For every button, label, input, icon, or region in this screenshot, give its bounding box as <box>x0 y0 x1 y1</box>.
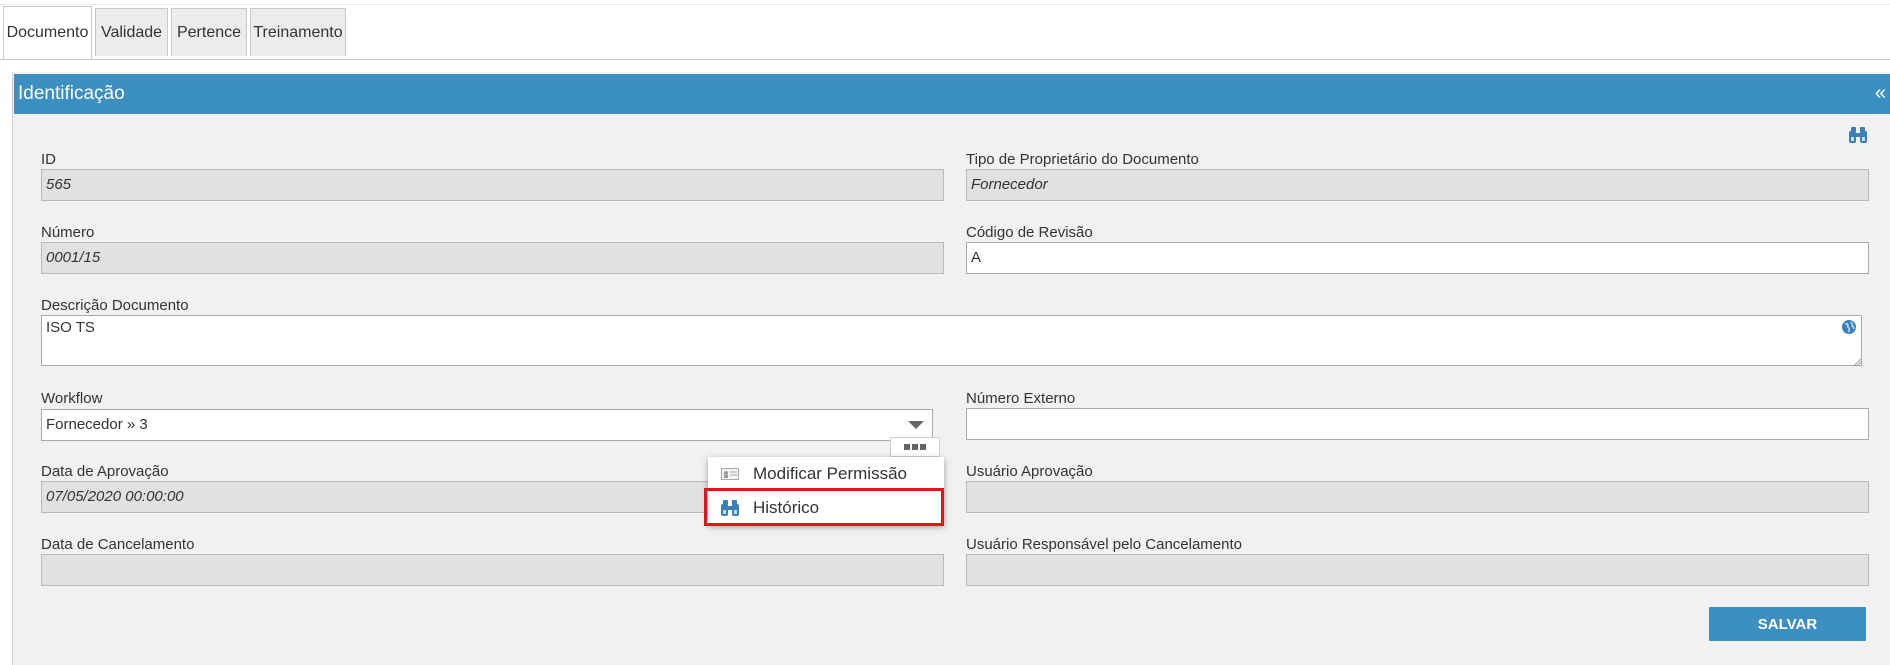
owner-type-label: Tipo de Proprietário do Documento <box>966 151 1199 168</box>
external-number-input[interactable] <box>966 408 1869 440</box>
tab-validade[interactable]: Validade <box>95 8 168 56</box>
menu-item-modify-permission[interactable]: Modificar Permissão <box>708 458 944 490</box>
panel-header: Identificação « <box>14 74 1890 114</box>
permission-card-icon <box>715 464 745 484</box>
top-toolbar-strip <box>0 0 1890 5</box>
approval-user-field <box>966 481 1869 513</box>
tab-divider <box>0 59 1890 60</box>
panel-title: Identificação <box>18 83 125 104</box>
owner-type-field: Fornecedor <box>966 169 1869 201</box>
revision-code-input[interactable]: A <box>966 242 1869 274</box>
more-dot-icon <box>920 444 926 450</box>
cancel-date-field <box>41 554 944 586</box>
id-label: ID <box>41 151 56 168</box>
id-field: 565 <box>41 169 944 201</box>
description-label: Descrição Documento <box>41 297 189 314</box>
workflow-value: Fornecedor » 3 <box>46 416 148 433</box>
cancel-user-label: Usuário Responsável pelo Cancelamento <box>966 536 1242 553</box>
more-dot-icon <box>912 444 918 450</box>
more-dot-icon <box>904 444 910 450</box>
approval-date-label: Data de Aprovação <box>41 463 169 480</box>
numero-label: Número <box>41 224 95 241</box>
globe-icon[interactable] <box>1841 319 1857 335</box>
tab-pertence[interactable]: Pertence <box>171 8 247 56</box>
save-button[interactable]: SALVAR <box>1709 607 1866 641</box>
workflow-select[interactable]: Fornecedor » 3 <box>41 409 933 441</box>
numero-field: 0001/15 <box>41 242 944 274</box>
description-textarea[interactable]: ISO TS <box>41 315 1862 366</box>
approval-user-label: Usuário Aprovação <box>966 463 1093 480</box>
cancel-user-field <box>966 554 1869 586</box>
history-highlight-box <box>704 488 944 526</box>
search-binoculars-icon[interactable] <box>1848 125 1868 145</box>
cancel-date-label: Data de Cancelamento <box>41 536 195 553</box>
external-number-label: Número Externo <box>966 390 1076 407</box>
tab-treinamento[interactable]: Treinamento <box>250 8 346 56</box>
tab-documento[interactable]: Documento <box>3 6 92 59</box>
menu-item-label: Modificar Permissão <box>753 464 907 483</box>
chevron-down-icon[interactable] <box>908 421 924 429</box>
revision-code-label: Código de Revisão <box>966 224 1093 241</box>
workflow-label: Workflow <box>41 390 103 407</box>
resize-handle-icon[interactable] <box>1852 354 1862 367</box>
more-options-button[interactable] <box>890 437 940 457</box>
collapse-button[interactable]: « <box>1875 82 1886 105</box>
